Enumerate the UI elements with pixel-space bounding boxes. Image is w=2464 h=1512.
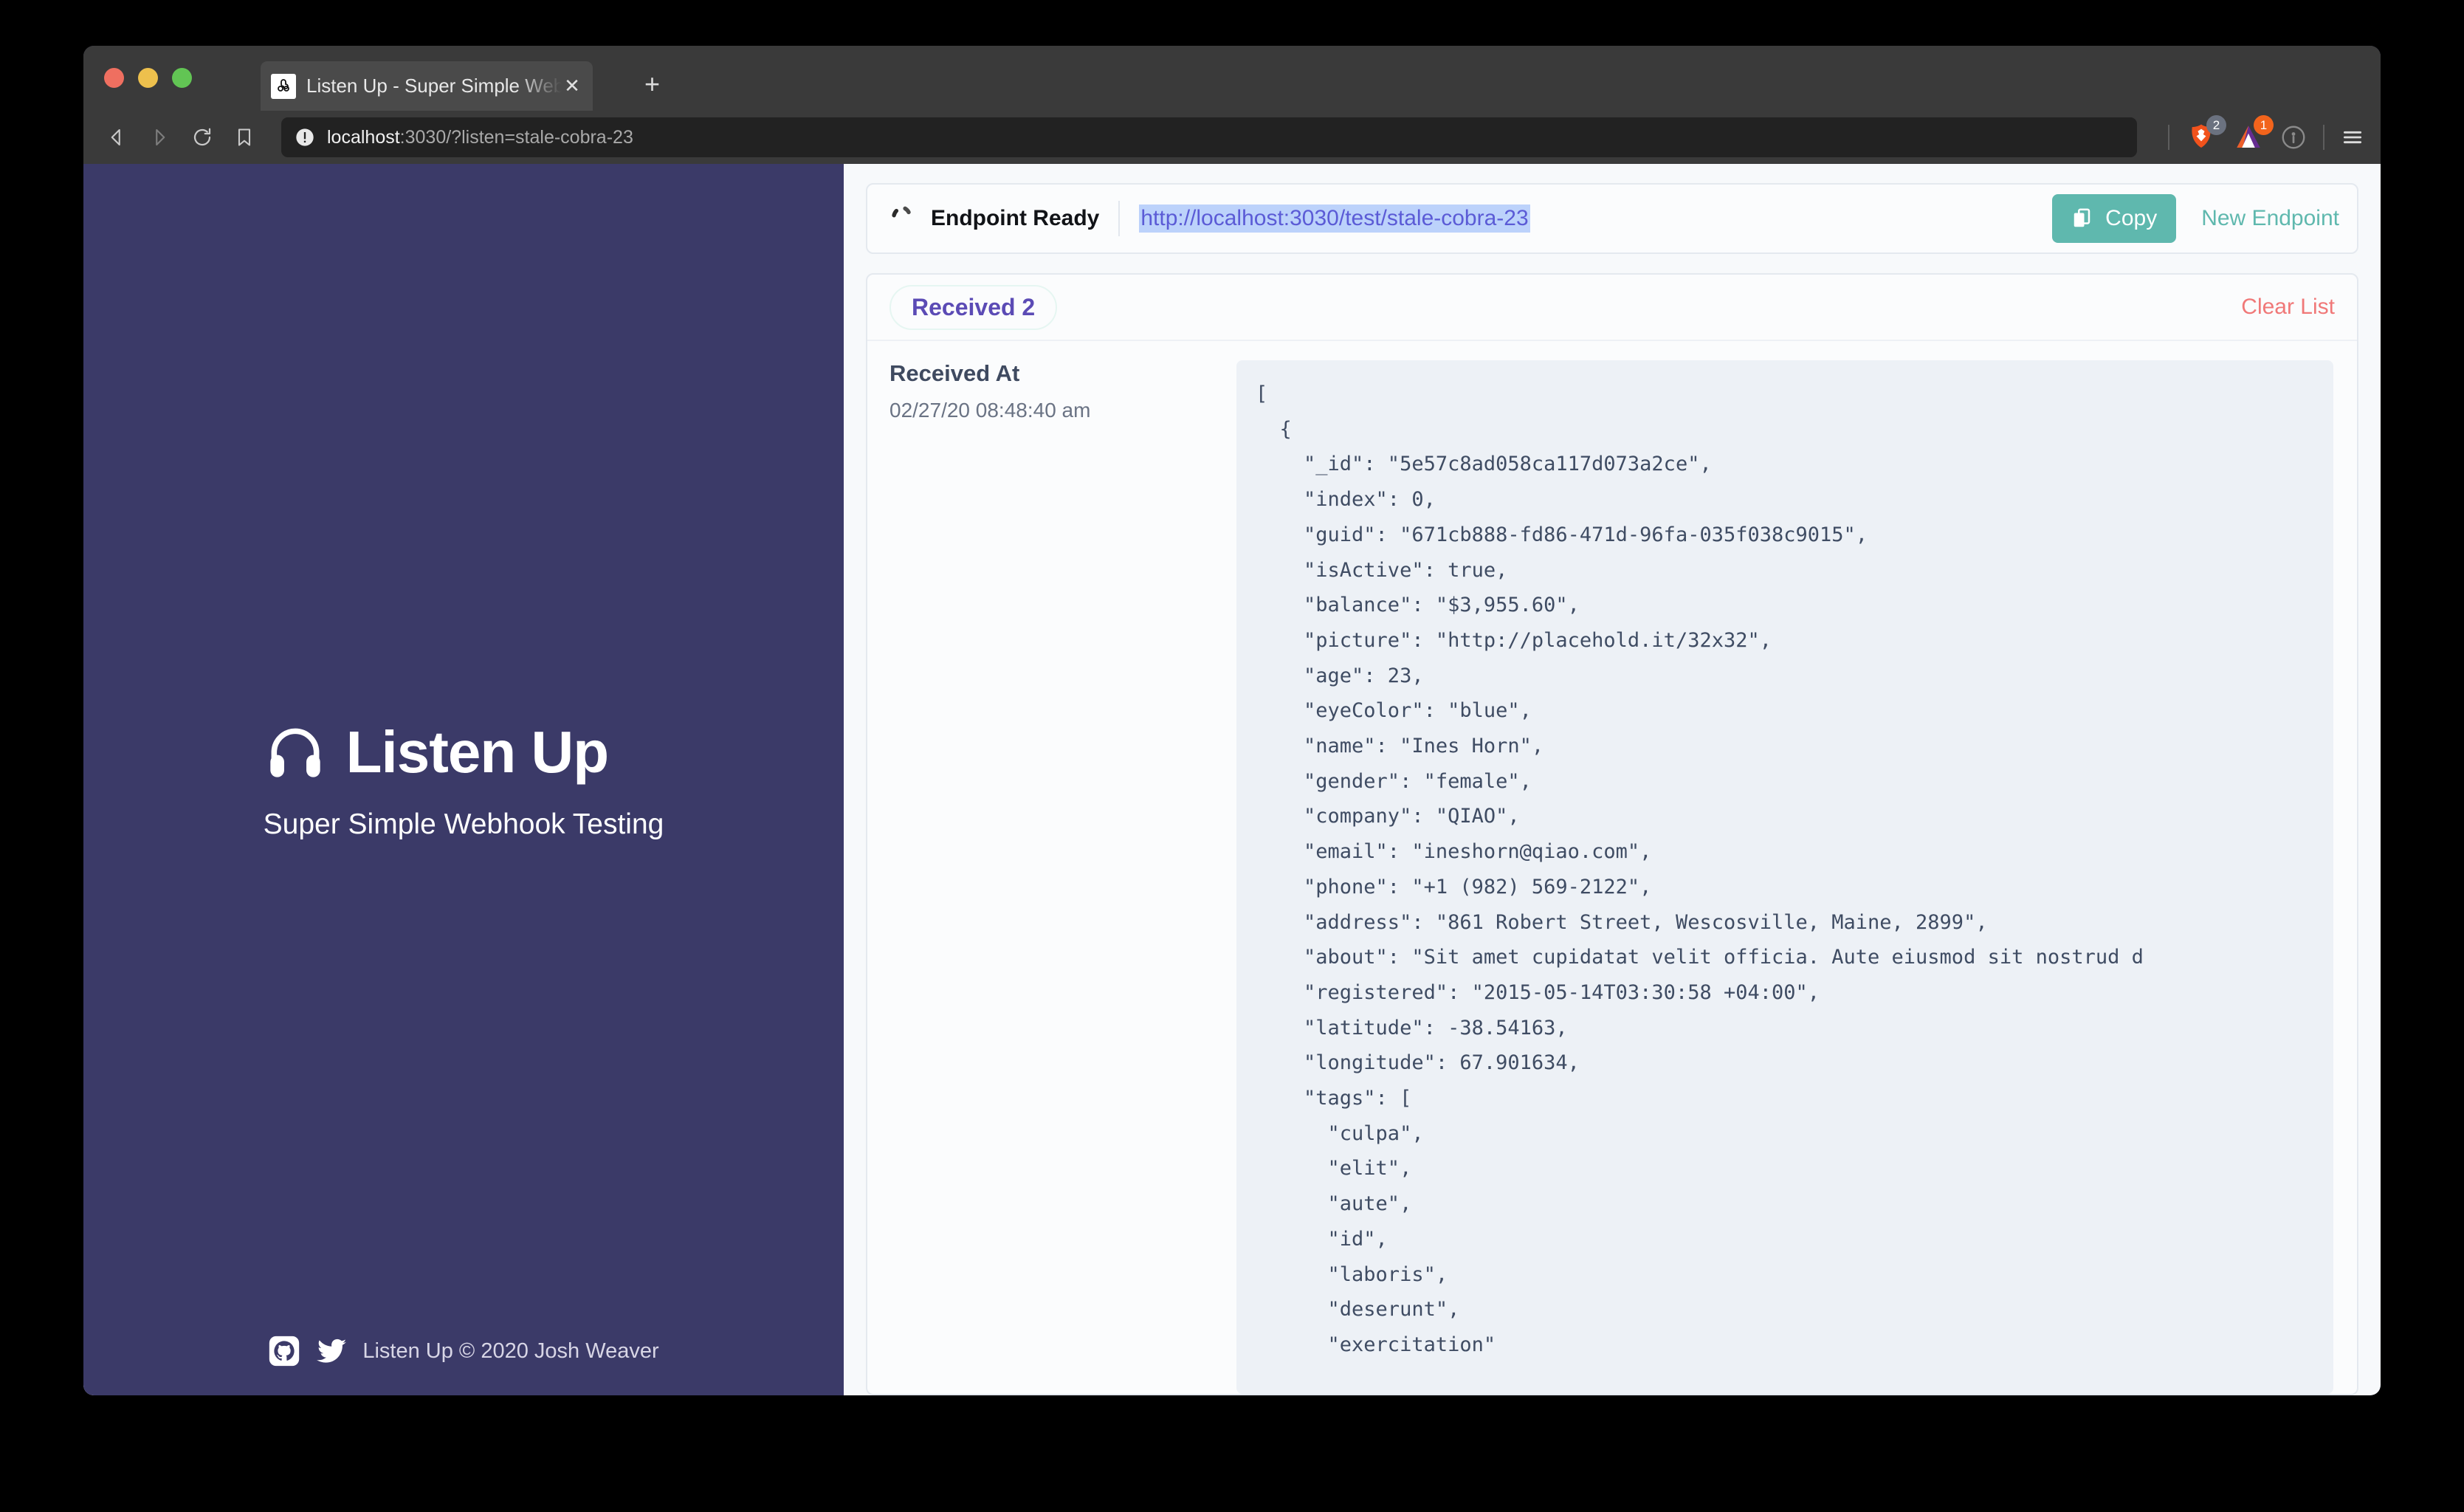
reload-icon[interactable] <box>191 126 213 148</box>
address-bar[interactable]: localhost:3030/?listen=stale-cobra-23 <box>281 117 2137 157</box>
tab-strip: Listen Up - Super Simple Webhook Testing… <box>83 46 2381 111</box>
copy-icon <box>2071 207 2093 230</box>
brand-tagline: Super Simple Webhook Testing <box>263 808 664 840</box>
received-row: Received At 02/27/20 08:48:40 am [ { "_i… <box>867 341 2357 1394</box>
endpoint-url-field[interactable]: http://localhost:3030/test/stale-cobra-2… <box>1139 185 2030 252</box>
new-tab-button[interactable]: + <box>644 71 660 97</box>
browser-window: Listen Up - Super Simple Webhook Testing… <box>83 46 2381 1395</box>
profile-icon[interactable] <box>2280 124 2307 151</box>
headphones-icon <box>264 721 327 784</box>
minimize-window-button[interactable] <box>138 68 158 88</box>
brave-shield-icon[interactable]: 2 <box>2186 115 2226 153</box>
endpoint-actions: Copy New Endpoint <box>2030 194 2339 243</box>
navigation-bar: localhost:3030/?listen=stale-cobra-23 2 <box>83 111 2381 164</box>
bookmark-icon[interactable] <box>234 127 255 148</box>
endpoint-divider <box>1118 201 1121 236</box>
copy-button-label: Copy <box>2105 206 2158 230</box>
back-arrow-icon[interactable] <box>106 126 128 148</box>
received-count-badge: Received 2 <box>889 284 1058 330</box>
browser-chrome: Listen Up - Super Simple Webhook Testing… <box>83 46 2381 164</box>
favicon-icon <box>271 73 296 99</box>
browser-actions: 2 1 <box>2158 115 2364 153</box>
toolbar-divider-2 <box>2323 125 2324 150</box>
endpoint-status: Endpoint Ready <box>888 205 1099 233</box>
hamburger-menu-icon[interactable] <box>2341 126 2364 149</box>
payload-viewer[interactable]: [ { "_id": "5e57c8ad058ca117d073a2ce", "… <box>1236 360 2333 1394</box>
github-icon[interactable] <box>268 1335 300 1367</box>
main-content: Endpoint Ready http://localhost:3030/tes… <box>844 164 2381 1395</box>
received-panel: Received 2 Clear List Received At 02/27/… <box>866 273 2358 1395</box>
close-window-button[interactable] <box>104 68 124 88</box>
twitter-icon[interactable] <box>314 1333 349 1369</box>
page-content: Listen Up Super Simple Webhook Testing L… <box>83 164 2381 1395</box>
received-at-value: 02/27/20 08:48:40 am <box>889 399 1091 422</box>
browser-tab[interactable]: Listen Up - Super Simple Webhook Testing… <box>261 61 593 111</box>
rewards-badge-count: 1 <box>2254 115 2274 135</box>
payload-json: [ { "_id": "5e57c8ad058ca117d073a2ce", "… <box>1256 382 2144 1356</box>
tab-title: Listen Up - Super Simple Webhook Testing <box>306 75 562 97</box>
clear-list-button[interactable]: Clear List <box>2241 295 2335 320</box>
address-bar-text: localhost:3030/?listen=stale-cobra-23 <box>327 127 633 148</box>
footer-copyright: Listen Up © 2020 Josh Weaver <box>362 1339 659 1363</box>
window-traffic-lights[interactable] <box>104 68 192 88</box>
copy-button[interactable]: Copy <box>2052 194 2177 243</box>
new-endpoint-link[interactable]: New Endpoint <box>2201 206 2339 231</box>
sidebar: Listen Up Super Simple Webhook Testing L… <box>83 164 844 1395</box>
received-header: Received 2 Clear List <box>867 275 2357 341</box>
site-info-icon[interactable] <box>295 127 315 148</box>
sidebar-footer: Listen Up © 2020 Josh Weaver <box>83 1333 844 1369</box>
endpoint-url-text[interactable]: http://localhost:3030/test/stale-cobra-2… <box>1139 205 1530 233</box>
received-at-label: Received At <box>889 360 1020 386</box>
shield-badge-count: 2 <box>2206 115 2226 135</box>
forward-arrow-icon[interactable] <box>148 126 171 148</box>
page-title: Listen Up <box>345 719 609 785</box>
toolbar-divider <box>2168 125 2169 150</box>
brand-block: Listen Up Super Simple Webhook Testing <box>264 718 664 841</box>
close-tab-button[interactable]: ✕ <box>562 75 582 97</box>
received-at-column: Received At 02/27/20 08:48:40 am <box>867 360 1236 1394</box>
endpoint-status-label: Endpoint Ready <box>931 206 1100 230</box>
maximize-window-button[interactable] <box>172 68 192 88</box>
address-path: :3030/?listen=stale-cobra-23 <box>399 126 633 148</box>
spinner-icon <box>888 205 916 233</box>
endpoint-bar: Endpoint Ready http://localhost:3030/tes… <box>866 183 2358 254</box>
brave-rewards-icon[interactable]: 1 <box>2233 115 2274 153</box>
brand-row: Listen Up <box>264 718 664 786</box>
address-host: localhost <box>327 126 400 148</box>
